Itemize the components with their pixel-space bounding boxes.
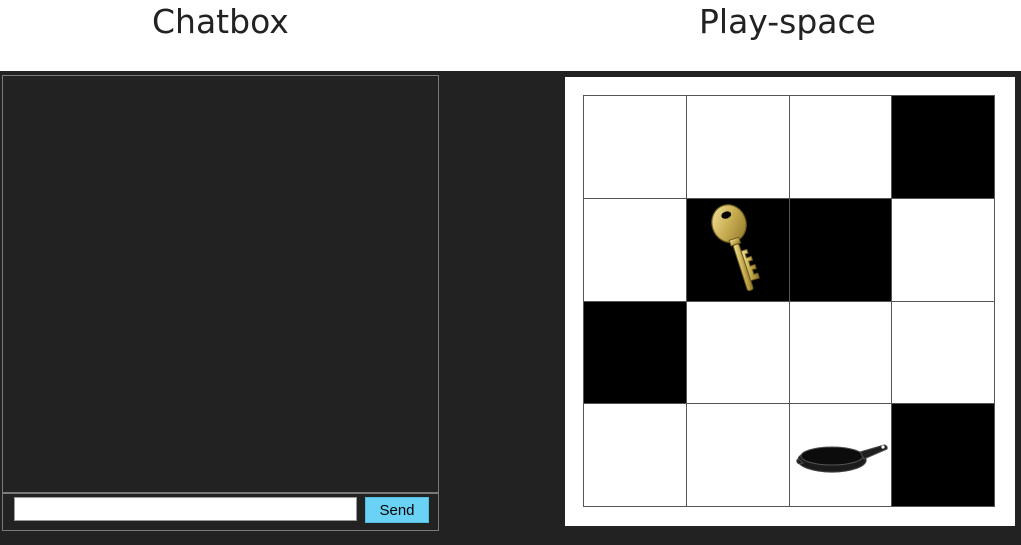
- play-space-heading: Play-space: [699, 2, 876, 41]
- grid-cell-r3-c1[interactable]: [686, 404, 790, 507]
- grid-cell-r0-c2[interactable]: [789, 96, 893, 199]
- grid-cell-r2-c1[interactable]: [686, 301, 790, 405]
- key-icon[interactable]: [703, 200, 773, 300]
- grid-cell-r1-c0[interactable]: [584, 198, 687, 302]
- grid-cell-r0-c0[interactable]: [584, 96, 687, 199]
- play-space: [565, 77, 1015, 526]
- grid-cell-r3-c3[interactable]: [892, 404, 995, 507]
- grid-cell-r3-c0[interactable]: [584, 404, 687, 507]
- grid-cell-r0-c1[interactable]: [686, 96, 790, 199]
- grid-cell-r1-c2[interactable]: [789, 198, 893, 302]
- chatbox-heading: Chatbox: [152, 2, 289, 41]
- play-grid: [583, 95, 995, 507]
- grid-cell-r0-c3[interactable]: [892, 96, 995, 199]
- chat-input[interactable]: [14, 497, 357, 521]
- grid-cell-r2-c3[interactable]: [892, 301, 995, 405]
- stage: Send: [0, 71, 1021, 545]
- grid-cell-r1-c3[interactable]: [892, 198, 995, 302]
- grid-cell-r2-c0[interactable]: [584, 301, 687, 405]
- grid-cell-r2-c2[interactable]: [789, 301, 893, 405]
- chat-log[interactable]: [2, 75, 439, 493]
- chat-input-bar: Send: [2, 493, 439, 531]
- frying-pan-icon[interactable]: [794, 432, 890, 480]
- grid-cell-r1-c1[interactable]: [686, 198, 790, 302]
- send-button[interactable]: Send: [365, 497, 429, 523]
- grid-cell-r3-c2[interactable]: [789, 404, 893, 507]
